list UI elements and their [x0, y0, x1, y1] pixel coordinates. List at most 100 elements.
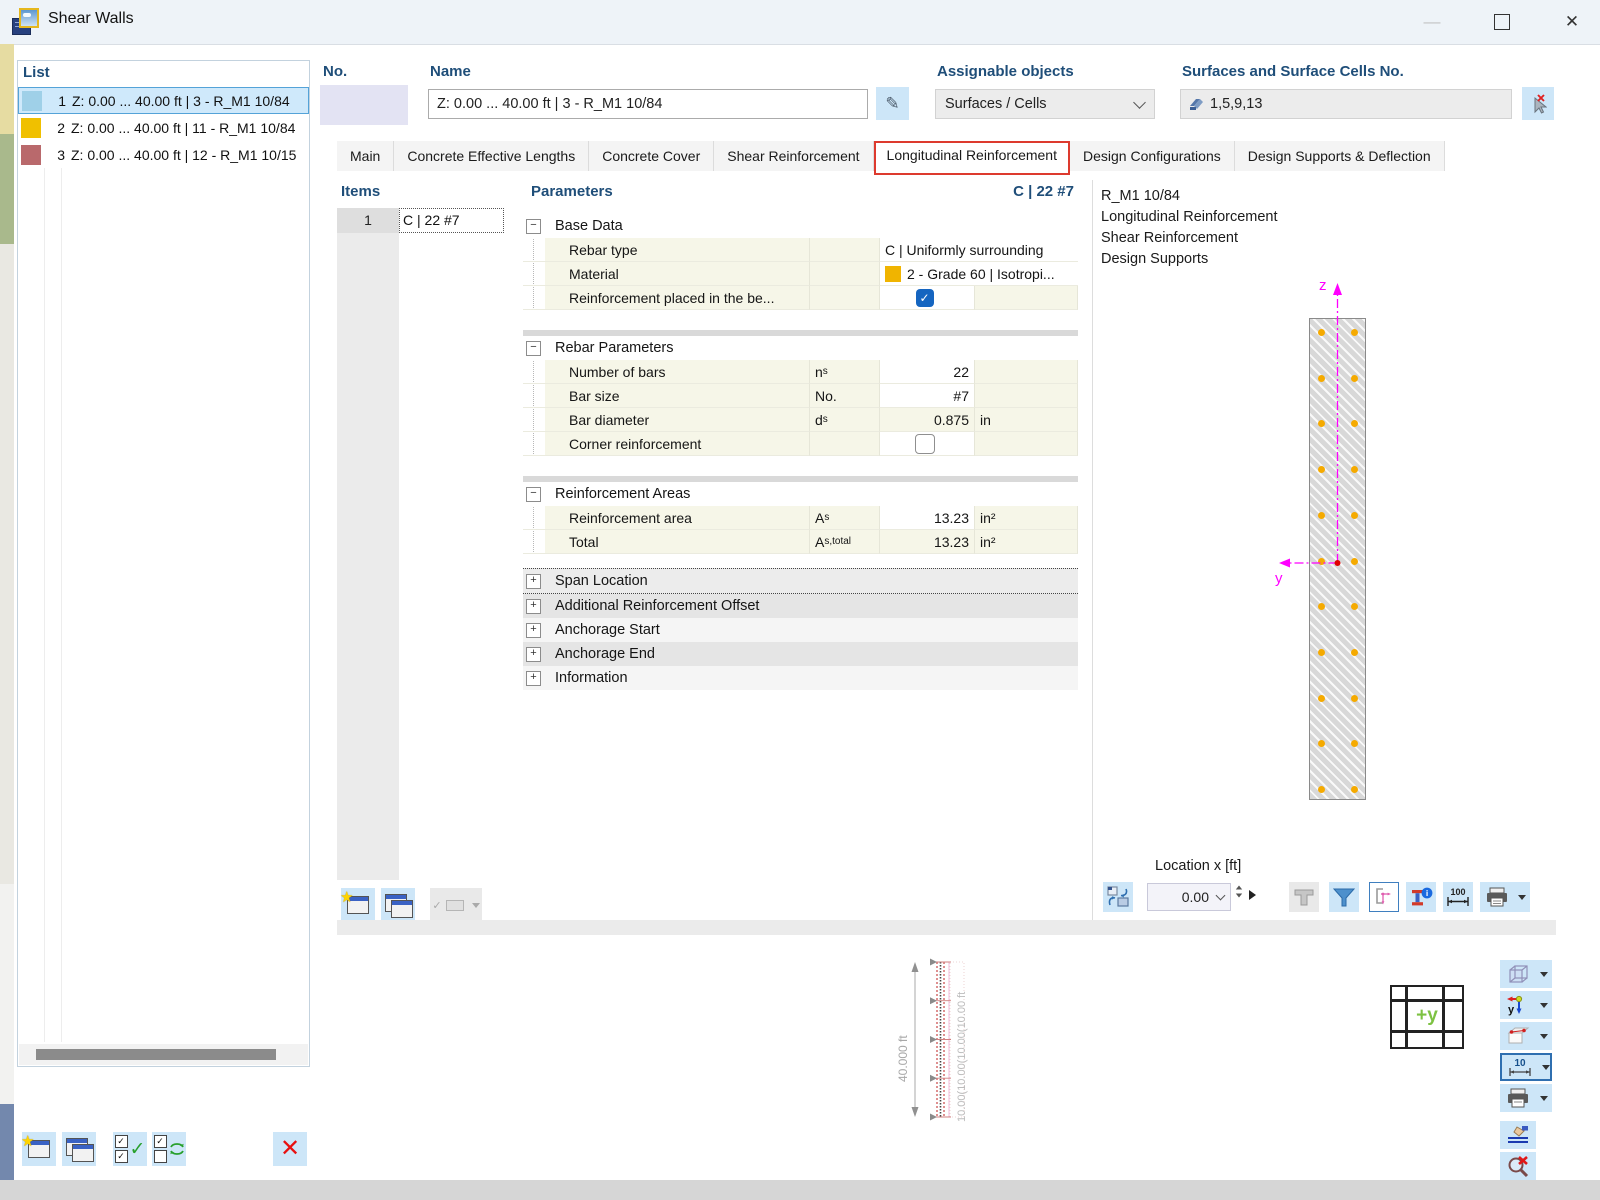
parameter-value[interactable]: 13.23: [880, 506, 975, 530]
location-x-spinner[interactable]: [1235, 885, 1243, 898]
tree-gutter: [523, 408, 545, 432]
parameter-symbol: [810, 262, 880, 286]
parameter-row: Corner reinforcement: [523, 432, 1078, 456]
preview-info-line: R_M1 10/84: [1101, 188, 1180, 204]
tab-design-supports-deflection[interactable]: Design Supports & Deflection: [1234, 141, 1445, 171]
check-all-button[interactable]: ✓ ✓ ✓: [113, 1132, 147, 1166]
section-view-button[interactable]: [1500, 1022, 1552, 1050]
tab-main[interactable]: Main: [337, 141, 395, 171]
tab-shear-reinforcement[interactable]: Shear Reinforcement: [714, 141, 874, 171]
copy-rebar-button[interactable]: [381, 888, 415, 922]
view-direction-button[interactable]: y: [1500, 991, 1552, 1019]
parameter-value[interactable]: 2 - Grade 60 | Isotropi...: [880, 262, 1078, 286]
parameter-value: 0.875: [880, 408, 975, 432]
new-item-button[interactable]: ★: [21, 1132, 56, 1166]
tab-longitudinal-reinforcement[interactable]: Longitudinal Reinforcement: [873, 141, 1070, 175]
collapse-icon[interactable]: −: [526, 218, 541, 234]
expand-icon[interactable]: +: [526, 598, 541, 614]
assignable-objects-dropdown[interactable]: Surfaces / Cells: [935, 89, 1155, 119]
expand-icon[interactable]: +: [526, 670, 541, 686]
list-column-divider: [61, 168, 62, 1042]
navigator-plus-y-label: +y: [1416, 1005, 1438, 1026]
tree-gutter: [523, 384, 545, 408]
t-section-button: [1289, 882, 1319, 912]
edit-name-button[interactable]: ✎: [876, 87, 909, 120]
maximize-button[interactable]: [1486, 6, 1518, 38]
tab-concrete-cover[interactable]: Concrete Cover: [589, 141, 715, 171]
parameter-value[interactable]: #7: [880, 384, 975, 408]
section-collapsed-span-location[interactable]: + Span Location: [523, 568, 1078, 594]
rebar-dot: [1318, 694, 1325, 702]
horizontal-scrollbar[interactable]: [19, 1044, 308, 1065]
list-item[interactable]: 2 Z: 0.00 ... 40.00 ft | 11 - R_M1 10/84: [18, 114, 309, 141]
items-row[interactable]: 1C | 22 #7: [337, 208, 510, 233]
name-field[interactable]: Z: 0.00 ... 40.00 ft | 3 - R_M1 10/84: [428, 89, 868, 119]
print-dropdown[interactable]: [1514, 882, 1530, 912]
rebar-dot: [1351, 466, 1358, 474]
assignable-objects-value: Surfaces / Cells: [945, 96, 1047, 112]
section-collapsed-anchorage-end[interactable]: + Anchorage End: [523, 642, 1078, 666]
new-rebar-button[interactable]: ★: [340, 888, 375, 922]
print-button[interactable]: [1480, 882, 1514, 912]
collapse-icon[interactable]: −: [526, 486, 541, 502]
copy-item-button[interactable]: [62, 1132, 96, 1166]
rebar-dot: [1318, 603, 1325, 611]
list-item-label: Z: 0.00 ... 40.00 ft | 12 - R_M1 10/15: [71, 146, 297, 163]
delete-button[interactable]: ✕: [273, 1132, 307, 1166]
expand-icon[interactable]: +: [526, 622, 541, 638]
close-button[interactable]: ✕: [1556, 6, 1588, 38]
list-item[interactable]: 1 Z: 0.00 ... 40.00 ft | 3 - R_M1 10/84: [18, 87, 309, 114]
window-title: Shear Walls: [48, 10, 134, 27]
no-field[interactable]: [320, 85, 408, 125]
ibeam-info-icon: i: [1412, 887, 1433, 905]
list-column-divider: [44, 168, 45, 1042]
section-title: Anchorage Start: [555, 622, 660, 638]
parameters-selected-item: C | 22 #7: [1013, 183, 1074, 200]
wall-color-swatch: [21, 117, 41, 138]
member-info-button[interactable]: i: [1406, 882, 1436, 912]
filter-button[interactable]: [1329, 882, 1359, 912]
checkbox[interactable]: [914, 433, 935, 454]
parameter-row: Total As,total 13.23 in²: [523, 530, 1078, 554]
section-collapsed-information[interactable]: + Information: [523, 666, 1078, 690]
parameter-symbol: [810, 238, 880, 262]
location-step-button[interactable]: [1249, 890, 1256, 900]
wall-color-swatch: [21, 144, 41, 165]
section-collapsed-additional-reinforcement-offset[interactable]: + Additional Reinforcement Offset: [523, 594, 1078, 618]
dimensions-toggle-button[interactable]: 10: [1500, 1053, 1552, 1081]
section-collapsed-anchorage-start[interactable]: + Anchorage Start: [523, 618, 1078, 642]
section-axes-button[interactable]: [1369, 882, 1399, 912]
location-x-combo[interactable]: 0.00: [1147, 883, 1231, 911]
surfaces-field[interactable]: 1,5,9,13: [1180, 89, 1512, 119]
parameter-symbol: [810, 432, 880, 456]
apply-view-button[interactable]: [1500, 1121, 1536, 1149]
surfaces-label: Surfaces and Surface Cells No.: [1182, 63, 1404, 80]
collapse-icon[interactable]: −: [526, 340, 541, 356]
check-sync-button[interactable]: ✓: [152, 1132, 186, 1166]
tab-concrete-effective-lengths[interactable]: Concrete Effective Lengths: [394, 141, 590, 171]
dimension-lines-button[interactable]: 100: [1443, 882, 1473, 912]
tab-design-configurations[interactable]: Design Configurations: [1070, 141, 1235, 171]
view-3d-button[interactable]: [1500, 960, 1552, 988]
select-surfaces-button[interactable]: [1522, 87, 1554, 120]
scrollbar-thumb[interactable]: [36, 1049, 276, 1060]
checkbox[interactable]: ✓: [915, 288, 934, 307]
parameter-value[interactable]: C | Uniformly surrounding: [880, 238, 1078, 262]
sync-view-button[interactable]: [1103, 882, 1133, 912]
items-row-value[interactable]: C | 22 #7: [399, 208, 504, 233]
parameter-value[interactable]: 22: [880, 360, 975, 384]
maximize-icon: [1494, 14, 1510, 30]
elevation-segment-labels: 10.00(10.00(10.00(10.00 ft: [956, 992, 968, 1122]
tree-gutter: [523, 262, 545, 286]
print-graphic-button[interactable]: [1500, 1084, 1552, 1112]
rebar-dot: [1318, 786, 1325, 793]
expand-icon[interactable]: +: [526, 573, 541, 589]
list-item[interactable]: 3 Z: 0.00 ... 40.00 ft | 12 - R_M1 10/15: [18, 141, 309, 168]
minimize-button[interactable]: —: [1416, 6, 1448, 38]
view-navigator-grid[interactable]: +y: [1390, 985, 1464, 1049]
cancel-zoom-button[interactable]: [1500, 1152, 1536, 1180]
expand-icon[interactable]: +: [526, 646, 541, 662]
parameter-row: Bar size No. #7: [523, 384, 1078, 408]
new-window-icon: ★: [21, 1133, 50, 1158]
parameter-label: Corner reinforcement: [545, 432, 810, 456]
